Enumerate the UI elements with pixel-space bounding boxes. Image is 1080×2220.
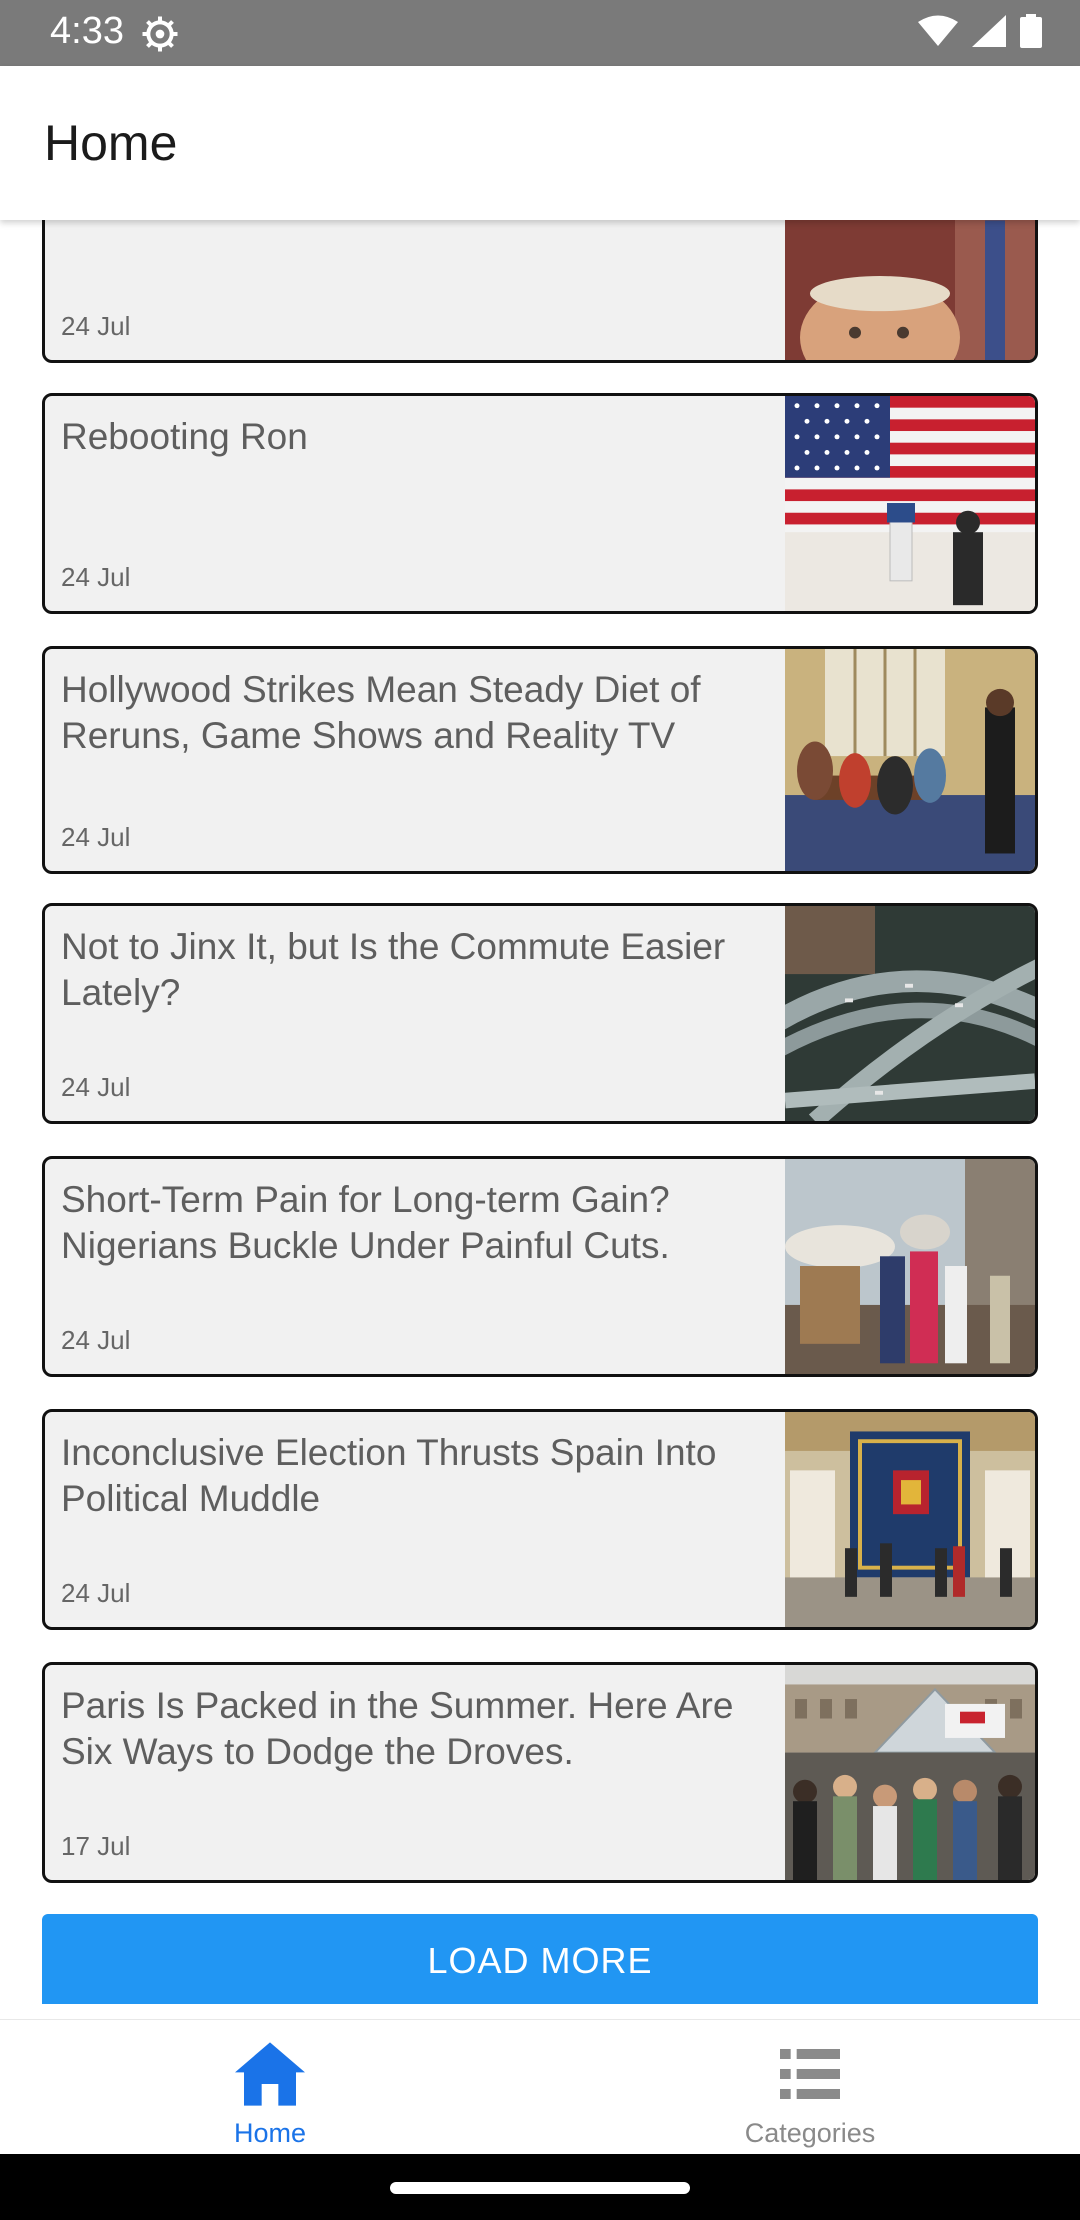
article-headline: Rebooting Ron	[61, 416, 308, 457]
article-headline: Not to Jinx It, but Is the Commute Easie…	[61, 926, 726, 1013]
system-navigation-bar	[0, 2154, 1080, 2220]
article-date: 24 Jul	[61, 822, 131, 852]
bottom-navigation: Home Categories	[0, 2019, 1080, 2155]
article-date: 24 Jul	[61, 1578, 131, 1608]
article-card[interactable]: Short-Term Pain for Long-term Gain? Nige…	[42, 1156, 1038, 1377]
article-date: 24 Jul	[61, 562, 131, 592]
article-headline: Short-Term Pain for Long-term Gain? Nige…	[61, 1179, 670, 1266]
article-thumbnail	[785, 1159, 1035, 1374]
load-more-button[interactable]: LOAD MORE	[42, 1914, 1038, 2004]
article-thumbnail	[785, 1665, 1035, 1880]
article-thumbnail	[785, 220, 1035, 360]
home-icon	[235, 2042, 305, 2106]
settings-gear-icon	[142, 16, 178, 52]
article-thumbnail	[785, 649, 1035, 871]
nav-label-home: Home	[233, 2118, 307, 2148]
nav-item-categories[interactable]: Categories	[540, 2020, 1080, 2155]
article-date: 24 Jul	[61, 1325, 131, 1355]
status-bar: 4:33	[0, 0, 1080, 66]
article-thumbnail	[785, 1412, 1035, 1627]
status-time: 4:33	[50, 10, 124, 52]
app-bar: Home	[0, 66, 1080, 220]
article-card[interactable]: 24 Jul	[42, 220, 1038, 363]
nav-label-categories: Categories	[744, 2118, 876, 2148]
list-icon	[780, 2049, 840, 2099]
nav-item-home[interactable]: Home	[0, 2020, 540, 2155]
article-headline: Inconclusive Election Thrusts Spain Into…	[61, 1432, 717, 1519]
article-card[interactable]: Paris Is Packed in the Summer. Here Are …	[42, 1662, 1038, 1883]
article-card[interactable]: Hollywood Strikes Mean Steady Diet of Re…	[42, 646, 1038, 874]
battery-icon	[1020, 14, 1042, 48]
article-date: 24 Jul	[61, 311, 131, 341]
article-card[interactable]: Inconclusive Election Thrusts Spain Into…	[42, 1409, 1038, 1630]
article-thumbnail	[785, 906, 1035, 1121]
article-headline: Hollywood Strikes Mean Steady Diet of Re…	[61, 669, 701, 756]
article-card[interactable]: Rebooting Ron 24 Jul	[42, 393, 1038, 614]
article-date: 24 Jul	[61, 1072, 131, 1102]
page-title: Home	[44, 115, 178, 171]
article-list[interactable]: 24 Jul Rebooting Ron 24 Jul Hollywood St…	[0, 220, 1080, 2020]
article-date: 17 Jul	[61, 1831, 131, 1861]
wifi-icon	[918, 15, 958, 46]
article-card[interactable]: Not to Jinx It, but Is the Commute Easie…	[42, 903, 1038, 1124]
cellular-signal-icon	[972, 15, 1006, 47]
article-thumbnail	[785, 396, 1035, 611]
gesture-handle[interactable]	[390, 2182, 690, 2194]
article-headline: Paris Is Packed in the Summer. Here Are …	[61, 1685, 734, 1772]
